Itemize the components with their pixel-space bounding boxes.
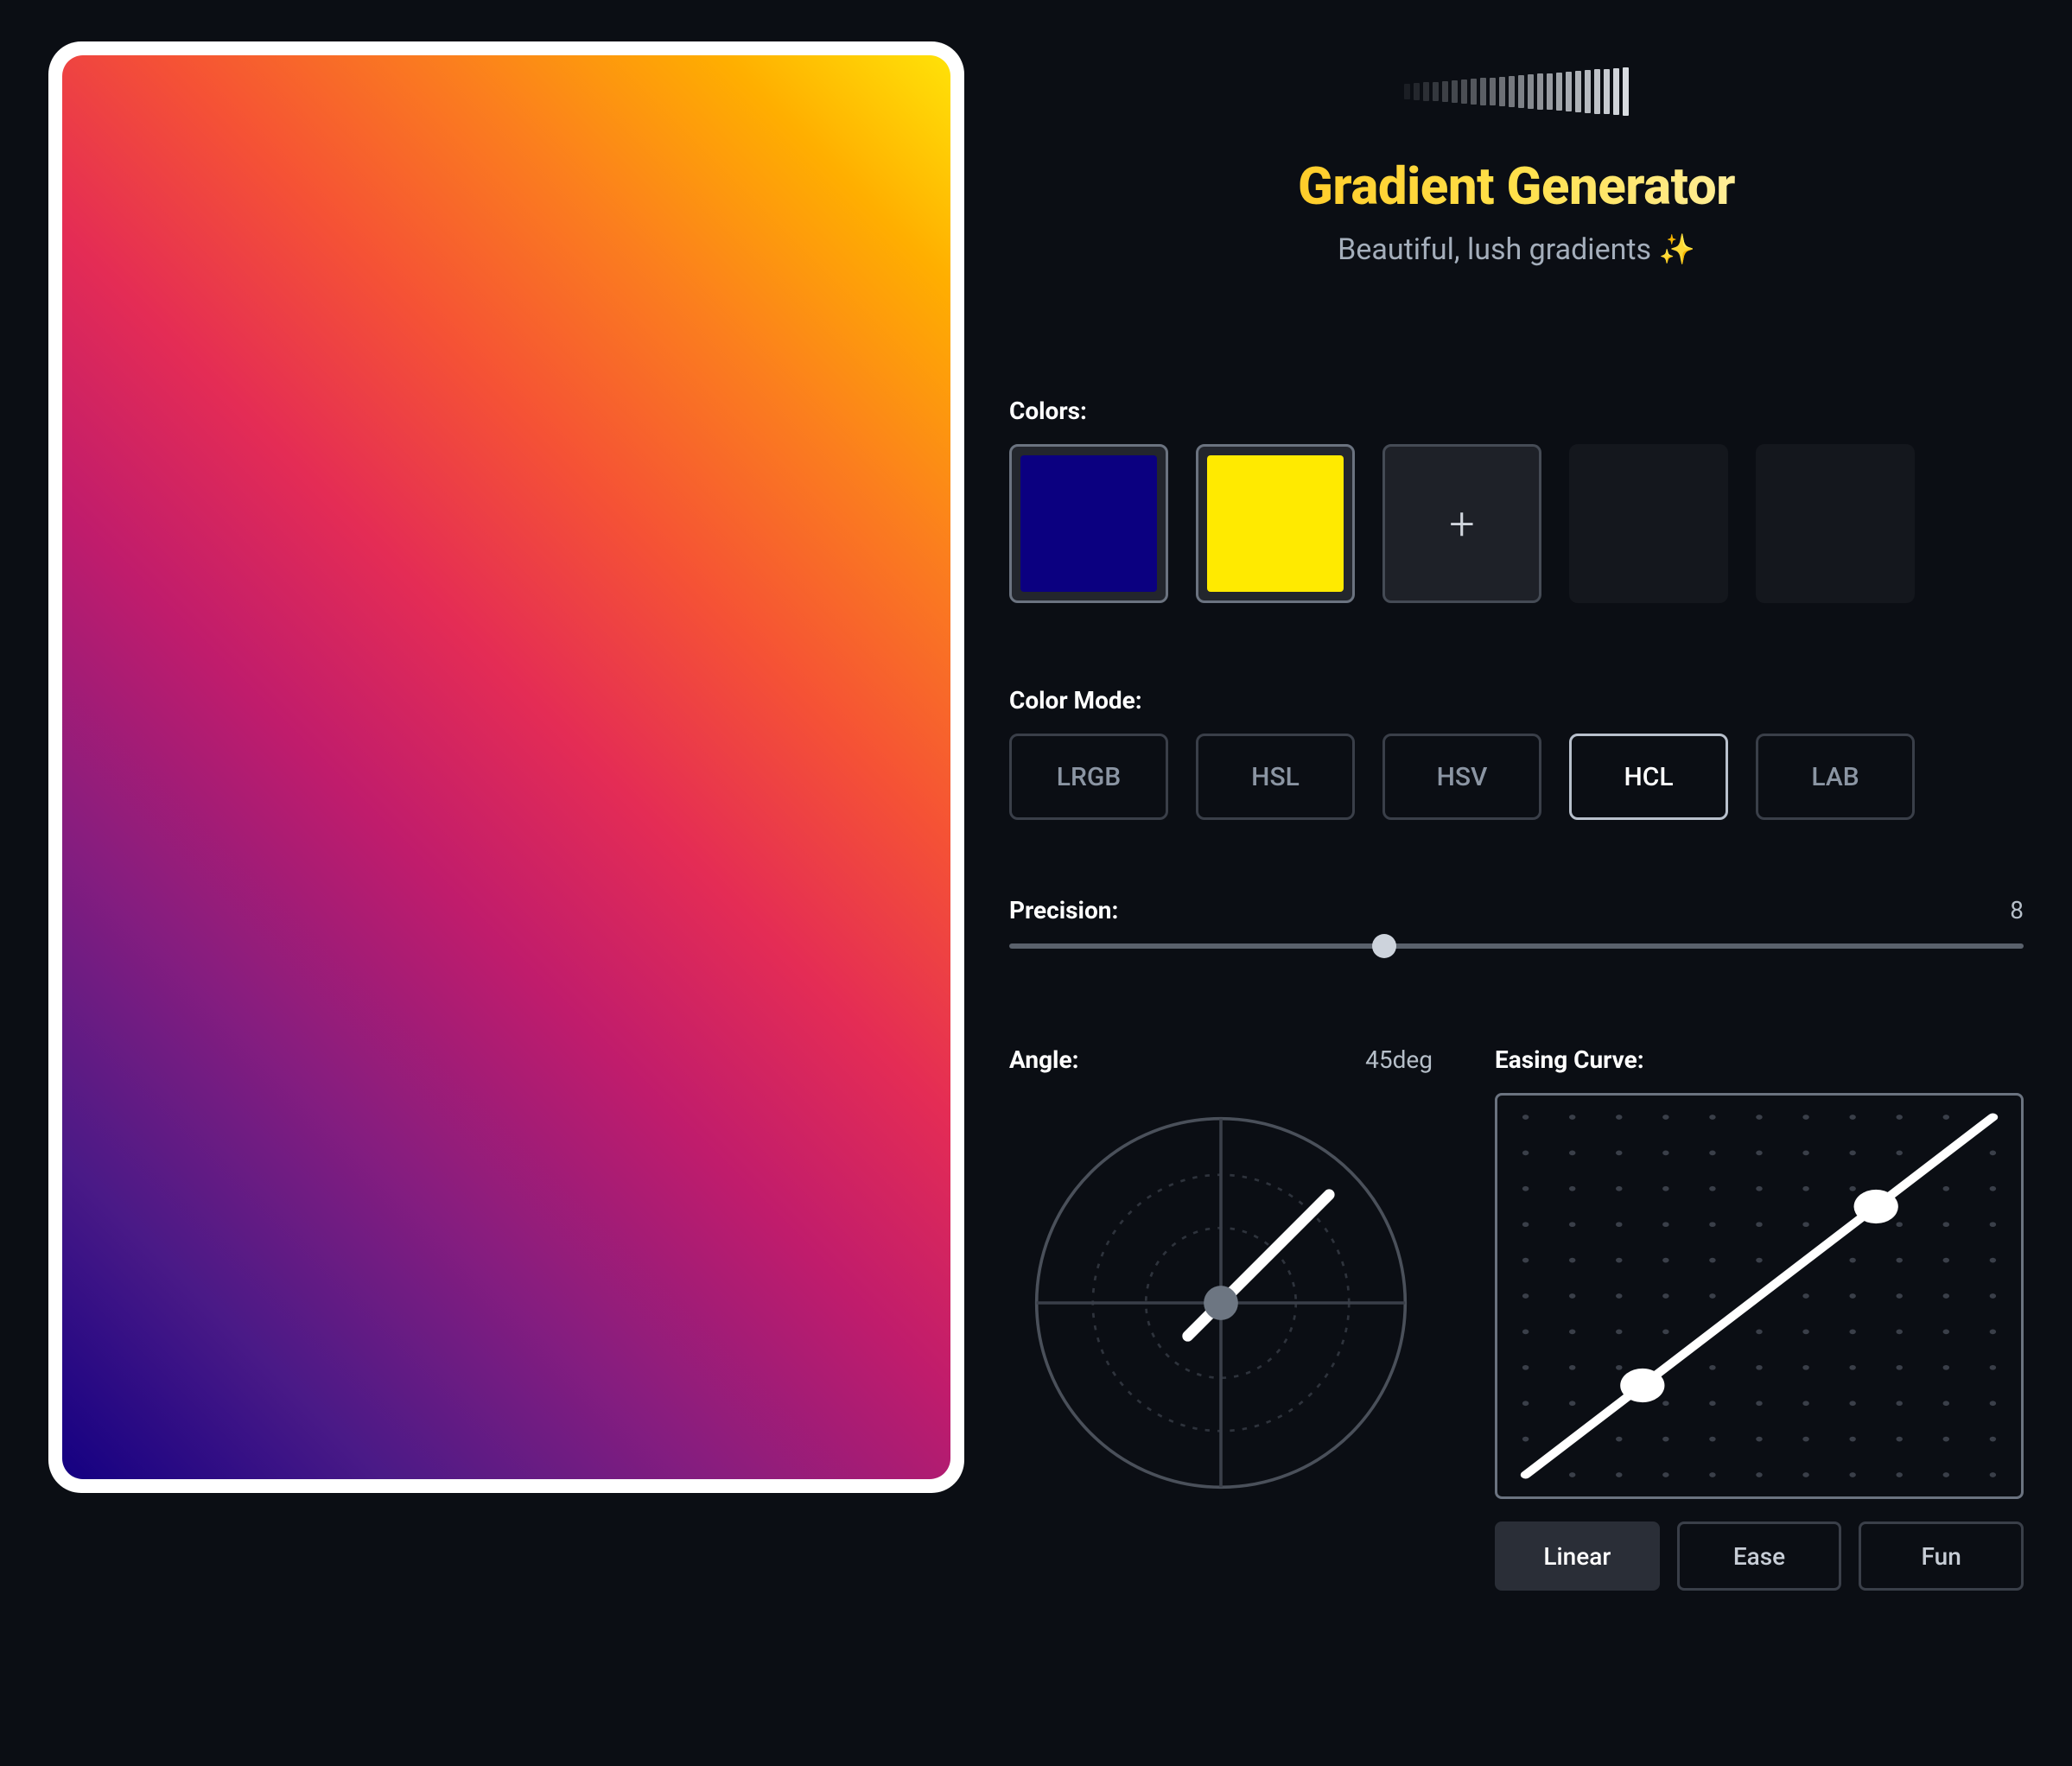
color-swatch-fill	[1207, 455, 1344, 592]
page-title: Gradient Generator	[1009, 156, 2024, 217]
angle-value: 45deg	[1365, 1045, 1433, 1074]
preview-frame	[48, 41, 964, 1493]
color-swatch-placeholder	[1569, 444, 1728, 603]
color-swatch-fill	[1020, 455, 1157, 592]
bottom-row: Angle: 45deg	[1009, 1045, 2024, 1591]
app-root: Gradient Generator Beautiful, lush gradi…	[0, 0, 2072, 1660]
preview-panel	[48, 41, 964, 1591]
precision-slider[interactable]	[1009, 943, 2024, 949]
easing-preset-linear[interactable]: Linear	[1495, 1521, 1660, 1591]
plus-icon: +	[1449, 498, 1474, 550]
color-mode-lab[interactable]: LAB	[1756, 734, 1915, 820]
easing-handle-2[interactable]	[1854, 1190, 1898, 1223]
angle-section: Angle: 45deg	[1009, 1045, 1433, 1591]
header: Gradient Generator Beautiful, lush gradi…	[1009, 66, 2024, 267]
color-mode-row: LRGB HSL HSV HCL LAB	[1009, 734, 2024, 820]
precision-slider-thumb[interactable]	[1372, 934, 1396, 958]
color-mode-hsl[interactable]: HSL	[1196, 734, 1355, 820]
color-swatch-placeholder	[1756, 444, 1915, 603]
colors-row: +	[1009, 444, 2024, 603]
easing-preset-ease[interactable]: Ease	[1677, 1521, 1842, 1591]
angle-dial[interactable]	[1018, 1100, 1424, 1506]
easing-preset-fun[interactable]: Fun	[1859, 1521, 2024, 1591]
color-mode-hsv[interactable]: HSV	[1382, 734, 1541, 820]
precision-value: 8	[2010, 896, 2024, 924]
easing-section: Easing Curve: LinearEaseFun	[1495, 1045, 2024, 1591]
color-swatch-1[interactable]	[1196, 444, 1355, 603]
decoration-bars-icon	[1404, 66, 1629, 118]
add-color-button[interactable]: +	[1382, 444, 1541, 603]
colors-section: Colors: +	[1009, 397, 2024, 603]
gradient-preview	[62, 55, 950, 1479]
easing-presets-row: LinearEaseFun	[1495, 1521, 2024, 1591]
angle-dial-center	[1204, 1286, 1238, 1320]
easing-label: Easing Curve:	[1495, 1045, 2024, 1074]
page-subtitle: Beautiful, lush gradients ✨	[1009, 232, 2024, 267]
controls-panel: Gradient Generator Beautiful, lush gradi…	[1009, 41, 2024, 1591]
easing-curve-editor[interactable]	[1495, 1093, 2024, 1499]
colors-label: Colors:	[1009, 397, 2024, 425]
precision-label: Precision:	[1009, 896, 1118, 924]
color-mode-section: Color Mode: LRGB HSL HSV HCL LAB	[1009, 686, 2024, 820]
angle-label: Angle:	[1009, 1045, 1078, 1074]
precision-section: Precision: 8	[1009, 896, 2024, 949]
color-swatch-0[interactable]	[1009, 444, 1168, 603]
color-mode-lrgb[interactable]: LRGB	[1009, 734, 1168, 820]
easing-handle-1[interactable]	[1620, 1369, 1664, 1402]
color-mode-hcl[interactable]: HCL	[1569, 734, 1728, 820]
color-mode-label: Color Mode:	[1009, 686, 2024, 715]
